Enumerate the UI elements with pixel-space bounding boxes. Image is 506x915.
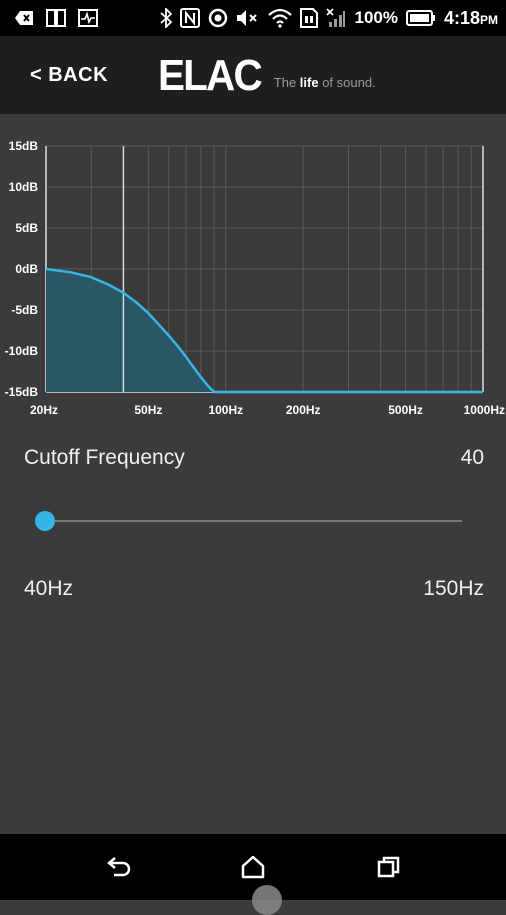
x-tick-label: 50Hz (134, 403, 162, 417)
do-not-disturb-icon (208, 8, 228, 28)
back-arrow-notification-icon (14, 10, 34, 26)
back-button[interactable]: < BACK (30, 64, 108, 87)
home-icon[interactable] (238, 852, 268, 882)
cutoff-slider-track[interactable] (44, 520, 462, 522)
wifi-icon (268, 8, 293, 28)
app-header: < BACK ELAC The life of sound. (0, 36, 506, 114)
y-tick-label: -5dB (11, 303, 38, 317)
storage-icon (300, 8, 319, 28)
eq-response-chart: 15dB 10dB 5dB 0dB -5dB -10dB -15dB 20Hz 50Hz 100… (5, 139, 505, 417)
y-tick-label: -15dB (5, 385, 39, 399)
tablet-icon (46, 9, 66, 27)
tagline: The life of sound. (274, 75, 376, 96)
clock-ampm: PM (480, 12, 498, 27)
response-area-fill (46, 269, 214, 392)
status-right: 100% 4:18PM (160, 8, 506, 29)
mute-icon (236, 9, 260, 27)
y-tick-label: 0dB (15, 262, 38, 276)
slider-min-label: 40Hz (24, 577, 74, 600)
pulse-icon (78, 9, 98, 27)
recents-icon[interactable] (374, 852, 404, 882)
navigation-bar (0, 834, 506, 900)
brand-mark: ELAC (158, 51, 263, 100)
cutoff-frequency-value: 40 (460, 446, 484, 469)
y-tick-labels: 15dB 10dB 5dB 0dB -5dB -10dB -15dB (5, 139, 39, 399)
y-tick-label: 10dB (9, 180, 39, 194)
status-bar: 100% 4:18PM (0, 0, 506, 36)
slider-max-label: 150Hz (423, 577, 484, 600)
battery-icon (405, 9, 436, 27)
y-tick-label: 5dB (15, 221, 38, 235)
cutoff-frequency-label: Cutoff Frequency (24, 446, 185, 469)
bluetooth-icon (160, 8, 173, 28)
nav-home-handle (252, 885, 282, 915)
clock: 4:18PM (444, 8, 498, 29)
back-icon[interactable] (104, 852, 134, 882)
x-tick-label: 20Hz (30, 403, 58, 417)
status-left (0, 9, 98, 27)
tagline-pre: The (273, 75, 300, 90)
x-tick-label: 500Hz (388, 403, 423, 417)
cutoff-slider-thumb[interactable] (35, 511, 55, 531)
x-tick-label: 200Hz (286, 403, 321, 417)
clock-time: 4:18 (443, 7, 480, 28)
elac-logo: ELAC The life of sound. (158, 51, 376, 100)
tagline-strong: life (299, 75, 319, 90)
y-tick-label: 15dB (9, 139, 39, 153)
no-signal-icon (326, 8, 346, 28)
x-tick-label: 100Hz (208, 403, 243, 417)
nfc-icon (180, 8, 201, 28)
tagline-post: of sound. (318, 75, 376, 90)
battery-percent: 100% (354, 8, 398, 27)
x-tick-label: 1000Hz (464, 403, 505, 417)
x-tick-labels: 20Hz 50Hz 100Hz 200Hz 500Hz 1000Hz (30, 403, 505, 417)
y-tick-label: -10dB (5, 344, 39, 358)
